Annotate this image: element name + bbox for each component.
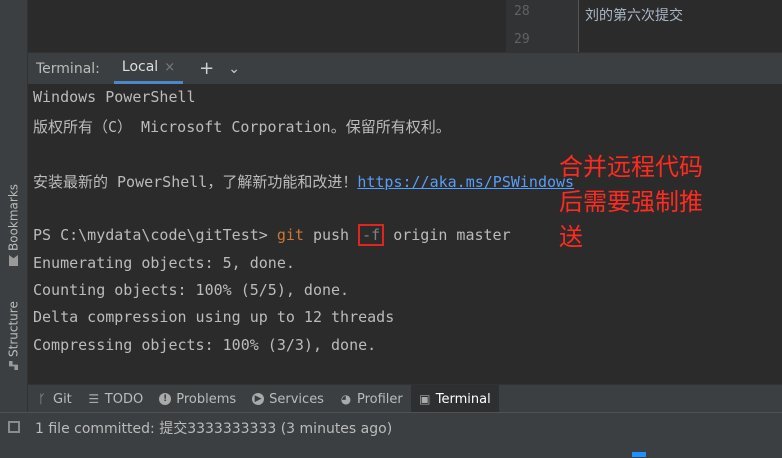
install-message: 安装最新的 PowerShell，了解新功能和改进！ — [33, 173, 358, 191]
terminal-icon: ▣ — [419, 392, 431, 406]
info-icon: ! — [159, 393, 172, 405]
profiler-icon: ◕ — [340, 392, 352, 406]
bookmarks-tool-tab[interactable]: Bookmarks — [3, 170, 24, 266]
terminal-line: Counting objects: 100% (5/5), done. — [33, 281, 350, 299]
windows-logo-icon — [632, 452, 646, 457]
structure-icon — [9, 361, 18, 370]
structure-label: Structure — [6, 301, 21, 357]
editor-area[interactable]: 28 29 刘的第六次提交 — [28, 0, 782, 52]
tab-local[interactable]: Local × — [113, 53, 184, 84]
annotation-line: 送 — [559, 223, 583, 251]
tool-tab-profiler[interactable]: ◕ Profiler — [332, 385, 411, 413]
structure-tool-tab[interactable]: Structure — [3, 288, 24, 370]
tool-tab-git[interactable]: ᚴ Git — [28, 385, 80, 413]
status-bar: 1 file committed: 提交3333333333 (3 minute… — [0, 412, 782, 458]
annotation-line: 后需要强制推 — [559, 188, 703, 216]
tool-tab-label: Git — [53, 391, 72, 407]
bookmarks-label: Bookmarks — [6, 183, 21, 251]
terminal-line: Compressing objects: 100% (3/3), done. — [33, 336, 377, 354]
cmd-rest: origin master — [384, 226, 511, 244]
annotation-line: 合并远程代码 — [559, 153, 703, 181]
terminal-line: 安装最新的 PowerShell，了解新功能和改进！https://aka.ms… — [33, 171, 574, 192]
tool-tab-label: Terminal — [435, 391, 491, 407]
tool-tab-problems[interactable]: ! Problems — [151, 385, 244, 413]
line-number: 28 — [514, 4, 530, 19]
list-icon: ☰ — [88, 392, 100, 406]
pswindows-link[interactable]: https://aka.ms/PSWindows — [357, 173, 574, 191]
prompt: PS C:\mydata\code\gitTest> — [33, 226, 277, 244]
cmd-git: git — [276, 226, 304, 244]
terminal-line: Delta compression using up to 12 threads — [33, 308, 395, 326]
terminal-line: Enumerating objects: 5, done. — [33, 254, 295, 272]
line-number: 29 — [514, 32, 530, 47]
line-number-gutter: 28 29 — [506, 0, 579, 52]
close-icon[interactable]: × — [164, 60, 175, 75]
left-tool-strip: Bookmarks Structure — [0, 0, 28, 412]
annotation-note: 合并远程代码 后需要强制推 送 — [559, 150, 739, 255]
tool-tab-terminal[interactable]: ▣ Terminal — [410, 385, 499, 413]
tab-local-label: Local — [121, 59, 159, 75]
terminal-command-line: PS C:\mydata\code\gitTest> git push -f o… — [33, 224, 511, 246]
terminal-line: Windows PowerShell — [33, 88, 196, 106]
new-tab-plus-icon[interactable]: + — [199, 59, 214, 78]
tool-tab-label: TODO — [104, 391, 144, 407]
status-square-icon[interactable] — [8, 421, 20, 433]
tool-tab-services[interactable]: ▶ Services — [244, 385, 332, 413]
tool-tab-label: Services — [269, 391, 324, 407]
force-flag-highlight: -f — [358, 224, 385, 246]
terminal-line: 版权所有（C） Microsoft Corporation。保留所有权利。 — [33, 118, 451, 136]
tool-tab-label: Profiler — [356, 391, 403, 407]
terminal-header: Terminal: Local × + ⌄ — [28, 52, 782, 85]
tool-window-bar: ᚴ Git ☰ TODO ! Problems ▶ Services ◕ Pro… — [28, 384, 782, 413]
tool-tab-todo[interactable]: ☰ TODO — [80, 385, 151, 413]
play-icon: ▶ — [252, 393, 265, 405]
status-message[interactable]: 1 file committed: 提交3333333333 (3 minute… — [35, 418, 392, 438]
cmd-push: push — [303, 226, 359, 244]
tool-tab-label: Problems — [176, 391, 237, 407]
terminal-title: Terminal: — [36, 60, 100, 77]
editor-line-text[interactable]: 刘的第六次提交 — [585, 5, 683, 25]
git-branch-icon: ᚴ — [38, 392, 46, 406]
chevron-down-icon[interactable]: ⌄ — [228, 62, 240, 76]
bookmark-icon — [9, 255, 18, 266]
